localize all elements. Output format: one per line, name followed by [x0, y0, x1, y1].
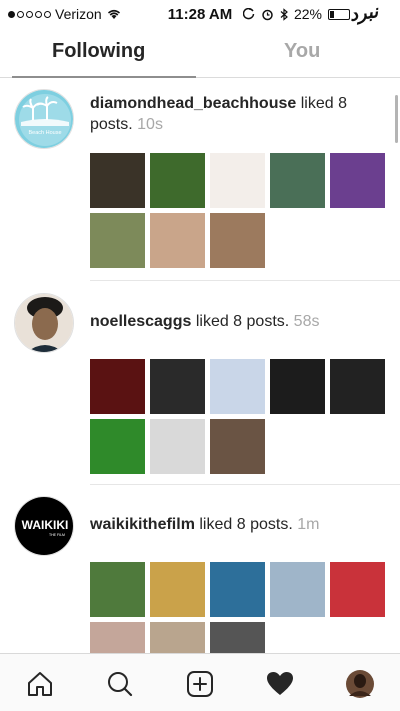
activity-item: WAIKIKI THE FILM waikikithefilm liked 8 …: [0, 486, 400, 653]
active-tab-indicator: [12, 76, 196, 78]
watermark-logo: ﻧﺒﺮﺩ: [348, 1, 380, 26]
tab-you[interactable]: You: [284, 40, 320, 63]
activity-feed[interactable]: Beach House diamondhead_beachhouse liked…: [0, 79, 400, 653]
activity-item: Beach House diamondhead_beachhouse liked…: [0, 79, 400, 289]
nav-profile-button[interactable]: [340, 664, 380, 704]
activity-action: liked 8 posts.: [199, 516, 293, 533]
activity-tabs: Following You: [0, 30, 400, 78]
battery-icon: [328, 8, 350, 20]
username-link[interactable]: waikikithefilm: [90, 516, 195, 533]
rotation-lock-icon: [242, 8, 255, 20]
post-thumbnail[interactable]: [210, 622, 265, 653]
beach-house-logo: Beach House: [15, 90, 73, 148]
profile-photo: [15, 294, 73, 352]
alarm-icon: [262, 9, 273, 20]
tab-following[interactable]: Following: [52, 40, 145, 63]
avatar[interactable]: WAIKIKI THE FILM: [14, 496, 74, 556]
avatar-sublabel: THE FILM: [49, 533, 65, 537]
add-post-icon: [187, 671, 213, 697]
avatar-face: [32, 308, 58, 340]
post-thumbnail[interactable]: [150, 153, 205, 208]
battery-percent: 22%: [293, 6, 322, 22]
avatar[interactable]: Beach House: [14, 89, 74, 149]
status-bar: Verizon 11:28 AM 22% ﻧﺒﺮﺩ: [0, 0, 400, 30]
activity-item: noellescaggs liked 8 posts. 58s: [0, 281, 400, 486]
post-thumbnail[interactable]: [330, 359, 385, 414]
username-link[interactable]: noellescaggs: [90, 313, 191, 330]
post-thumbnail[interactable]: [150, 419, 205, 474]
timestamp: 10s: [137, 116, 163, 133]
post-thumbnail[interactable]: [150, 213, 205, 268]
post-thumbnail[interactable]: [330, 153, 385, 208]
post-thumbnail[interactable]: [330, 562, 385, 617]
post-thumbnail[interactable]: [270, 153, 325, 208]
avatar-label: Beach House: [28, 130, 61, 136]
timestamp: 1m: [297, 516, 320, 533]
divider: [90, 484, 400, 485]
username-link[interactable]: diamondhead_beachhouse: [90, 95, 296, 112]
nav-search-button[interactable]: [100, 664, 140, 704]
bluetooth-icon: [280, 7, 288, 21]
post-thumbnail[interactable]: [210, 359, 265, 414]
home-icon: [28, 672, 52, 696]
activity-text: waikikithefilm liked 8 posts. 1m: [90, 514, 386, 535]
post-thumbnail[interactable]: [90, 359, 145, 414]
search-icon: [108, 672, 133, 697]
nav-home-button[interactable]: [20, 664, 60, 704]
post-thumbnail[interactable]: [210, 213, 265, 268]
post-thumbnail[interactable]: [210, 153, 265, 208]
waikiki-logo: WAIKIKI THE FILM: [15, 497, 73, 555]
activity-text: diamondhead_beachhouse liked 8 posts. 10…: [90, 93, 386, 135]
activity-action: liked 8 posts.: [195, 313, 290, 330]
timestamp: 58s: [293, 313, 320, 330]
post-thumbnail[interactable]: [90, 419, 145, 474]
avatar-label: WAIKIKI: [22, 518, 69, 532]
nav-add-post-button[interactable]: [180, 664, 220, 704]
avatar[interactable]: [14, 293, 74, 353]
post-thumbnail[interactable]: [90, 213, 145, 268]
post-thumbnail[interactable]: [150, 622, 205, 653]
post-thumbnail[interactable]: [270, 562, 325, 617]
post-thumbnail[interactable]: [90, 622, 145, 653]
bottom-tab-bar: [0, 653, 400, 711]
post-thumbnail[interactable]: [210, 419, 265, 474]
post-thumbnail[interactable]: [210, 562, 265, 617]
activity-text: noellescaggs liked 8 posts. 58s: [90, 311, 386, 332]
post-thumbnail[interactable]: [270, 359, 325, 414]
status-icons: 22%: [242, 6, 350, 22]
post-thumbnail[interactable]: [150, 562, 205, 617]
post-thumbnail[interactable]: [90, 562, 145, 617]
nav-activity-button[interactable]: [260, 664, 300, 704]
profile-avatar: [346, 670, 374, 698]
post-thumbnail[interactable]: [90, 153, 145, 208]
heart-icon: [267, 672, 293, 695]
post-thumbnail[interactable]: [150, 359, 205, 414]
